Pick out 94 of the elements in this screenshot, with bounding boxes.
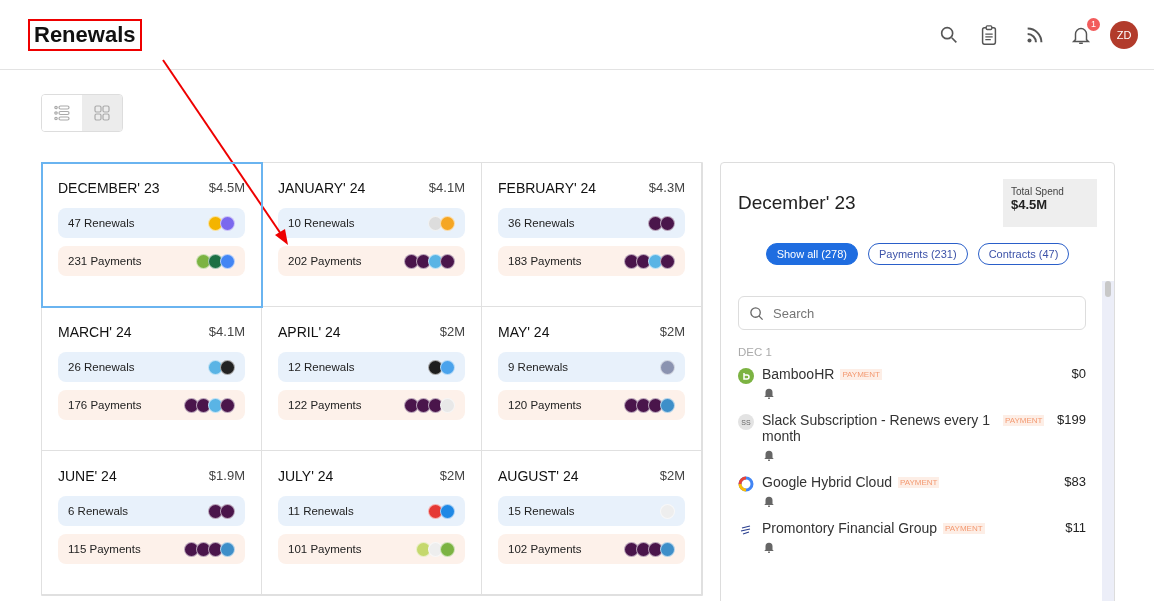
pill-label: 120 Payments bbox=[508, 399, 583, 411]
month-card[interactable]: JULY' 24 $2M 11 Renewals 101 Payments bbox=[262, 451, 482, 595]
pill-label: 47 Renewals bbox=[68, 217, 136, 229]
renewals-pill[interactable]: 6 Renewals bbox=[58, 496, 245, 526]
month-label: APRIL' 24 bbox=[278, 324, 341, 340]
pill-label: 202 Payments bbox=[288, 255, 363, 267]
month-amount: $4.1M bbox=[428, 180, 465, 196]
pill-label: 176 Payments bbox=[68, 399, 143, 411]
payments-pill[interactable]: 115 Payments bbox=[58, 534, 245, 564]
renewals-pill[interactable]: 10 Renewals bbox=[278, 208, 465, 238]
renewals-pill[interactable]: 47 Renewals bbox=[58, 208, 245, 238]
renewals-pill[interactable]: 12 Renewals bbox=[278, 352, 465, 382]
month-card[interactable]: MARCH' 24 $4.1M 26 Renewals 176 Payments bbox=[42, 307, 262, 451]
payment-tag: PAYMENT bbox=[943, 523, 985, 534]
month-label: FEBRUARY' 24 bbox=[498, 180, 597, 196]
month-amount: $1.9M bbox=[208, 468, 245, 484]
total-spend-value: $4.5M bbox=[1011, 197, 1049, 212]
item-name[interactable]: Slack Subscription - Renews every 1 month bbox=[762, 412, 997, 444]
renewals-pill[interactable]: 36 Renewals bbox=[498, 208, 685, 238]
filter-chip[interactable]: Show all (278) bbox=[765, 243, 858, 265]
month-amount: $2M bbox=[659, 324, 685, 340]
renewals-pill[interactable]: 9 Renewals bbox=[498, 352, 685, 382]
page-title: Renewals bbox=[34, 21, 136, 48]
month-label: JANUARY' 24 bbox=[278, 180, 366, 196]
search-field[interactable]: Search bbox=[738, 296, 1086, 330]
month-amount: $2M bbox=[439, 324, 465, 340]
item-amount: $0 bbox=[1071, 366, 1086, 381]
month-card[interactable]: JANUARY' 24 $4.1M 10 Renewals 202 Payments bbox=[262, 163, 482, 307]
month-card[interactable]: FEBRUARY' 24 $4.3M 36 Renewals 183 Payments bbox=[482, 163, 702, 307]
user-avatar[interactable]: ZD bbox=[1110, 20, 1138, 49]
renewals-pill[interactable]: 11 Renewals bbox=[278, 496, 465, 526]
bell-icon[interactable] bbox=[762, 448, 776, 462]
pill-label: 122 Payments bbox=[288, 399, 363, 411]
month-card[interactable]: AUGUST' 24 $2M 15 Renewals 102 Payments bbox=[482, 451, 702, 595]
item-name[interactable]: BambooHR bbox=[762, 366, 835, 382]
month-label: MAY' 24 bbox=[498, 324, 550, 340]
payment-tag: PAYMENT bbox=[840, 369, 882, 380]
pill-label: 36 Renewals bbox=[508, 217, 576, 229]
payments-pill[interactable]: 120 Payments bbox=[498, 390, 685, 420]
list-icon bbox=[53, 104, 71, 122]
panel-title: December' 23 bbox=[738, 192, 856, 214]
bell-icon[interactable] bbox=[762, 540, 776, 554]
month-label: MARCH' 24 bbox=[58, 324, 132, 340]
month-label: JULY' 24 bbox=[278, 468, 334, 484]
month-amount: $2M bbox=[659, 468, 685, 484]
bell-icon[interactable] bbox=[762, 386, 776, 400]
payment-tag: PAYMENT bbox=[897, 477, 940, 488]
month-card[interactable]: APRIL' 24 $2M 12 Renewals 122 Payments bbox=[262, 307, 482, 451]
item-name[interactable]: Promontory Financial Group bbox=[762, 520, 938, 536]
payments-pill[interactable]: 183 Payments bbox=[498, 246, 685, 276]
pill-label: 6 Renewals bbox=[68, 505, 130, 517]
date-heading: DEC 1 bbox=[738, 346, 773, 358]
renewals-pill[interactable]: 15 Renewals bbox=[498, 496, 685, 526]
grid-icon bbox=[93, 104, 111, 122]
payments-pill[interactable]: 122 Payments bbox=[278, 390, 465, 420]
payments-pill[interactable]: 102 Payments bbox=[498, 534, 685, 564]
bell-icon[interactable] bbox=[762, 494, 776, 508]
item-amount: $83 bbox=[1064, 474, 1086, 489]
payments-pill[interactable]: 231 Payments bbox=[58, 246, 245, 276]
payment-tag: PAYMENT bbox=[1003, 415, 1045, 426]
pill-label: 15 Renewals bbox=[508, 505, 576, 517]
pill-label: 183 Payments bbox=[508, 255, 583, 267]
pill-label: 102 Payments bbox=[508, 543, 583, 555]
pill-label: 10 Renewals bbox=[288, 217, 356, 229]
month-card[interactable]: JUNE' 24 $1.9M 6 Renewals 115 Payments bbox=[42, 451, 262, 595]
payments-pill[interactable]: 202 Payments bbox=[278, 246, 465, 276]
notification-badge: 1 bbox=[1087, 17, 1100, 31]
hexagon-logo-icon bbox=[738, 476, 754, 492]
item-amount: $199 bbox=[1057, 412, 1086, 427]
item-amount: $11 bbox=[1065, 520, 1086, 535]
filter-chip[interactable]: Payments (231) bbox=[868, 243, 968, 265]
pill-label: 11 Renewals bbox=[288, 505, 355, 517]
scrollbar[interactable] bbox=[1102, 281, 1114, 601]
month-amount: $4.1M bbox=[208, 324, 245, 340]
pill-label: 26 Renewals bbox=[68, 361, 136, 373]
total-spend-label: Total Spend bbox=[1011, 186, 1065, 197]
pill-label: 12 Renewals bbox=[288, 361, 356, 373]
month-card[interactable]: DECEMBER' 23 $4.5M 47 Renewals 231 Payments bbox=[42, 163, 262, 307]
payments-pill[interactable]: 176 Payments bbox=[58, 390, 245, 420]
month-label: DECEMBER' 23 bbox=[58, 180, 160, 196]
item-name[interactable]: Google Hybrid Cloud bbox=[762, 474, 892, 490]
renewals-pill[interactable]: 26 Renewals bbox=[58, 352, 245, 382]
month-label: AUGUST' 24 bbox=[498, 468, 579, 484]
pill-label: 231 Payments bbox=[68, 255, 143, 267]
filter-chip[interactable]: Contracts (47) bbox=[977, 243, 1070, 265]
pill-label: 101 Payments bbox=[288, 543, 363, 555]
pill-label: 115 Payments bbox=[68, 543, 142, 555]
month-amount: $2M bbox=[439, 468, 465, 484]
month-amount: $4.5M bbox=[208, 180, 245, 196]
month-label: JUNE' 24 bbox=[58, 468, 117, 484]
pill-label: 9 Renewals bbox=[508, 361, 570, 373]
month-amount: $4.3M bbox=[648, 180, 685, 196]
payments-pill[interactable]: 101 Payments bbox=[278, 534, 465, 564]
month-card[interactable]: MAY' 24 $2M 9 Renewals 120 Payments bbox=[482, 307, 702, 451]
